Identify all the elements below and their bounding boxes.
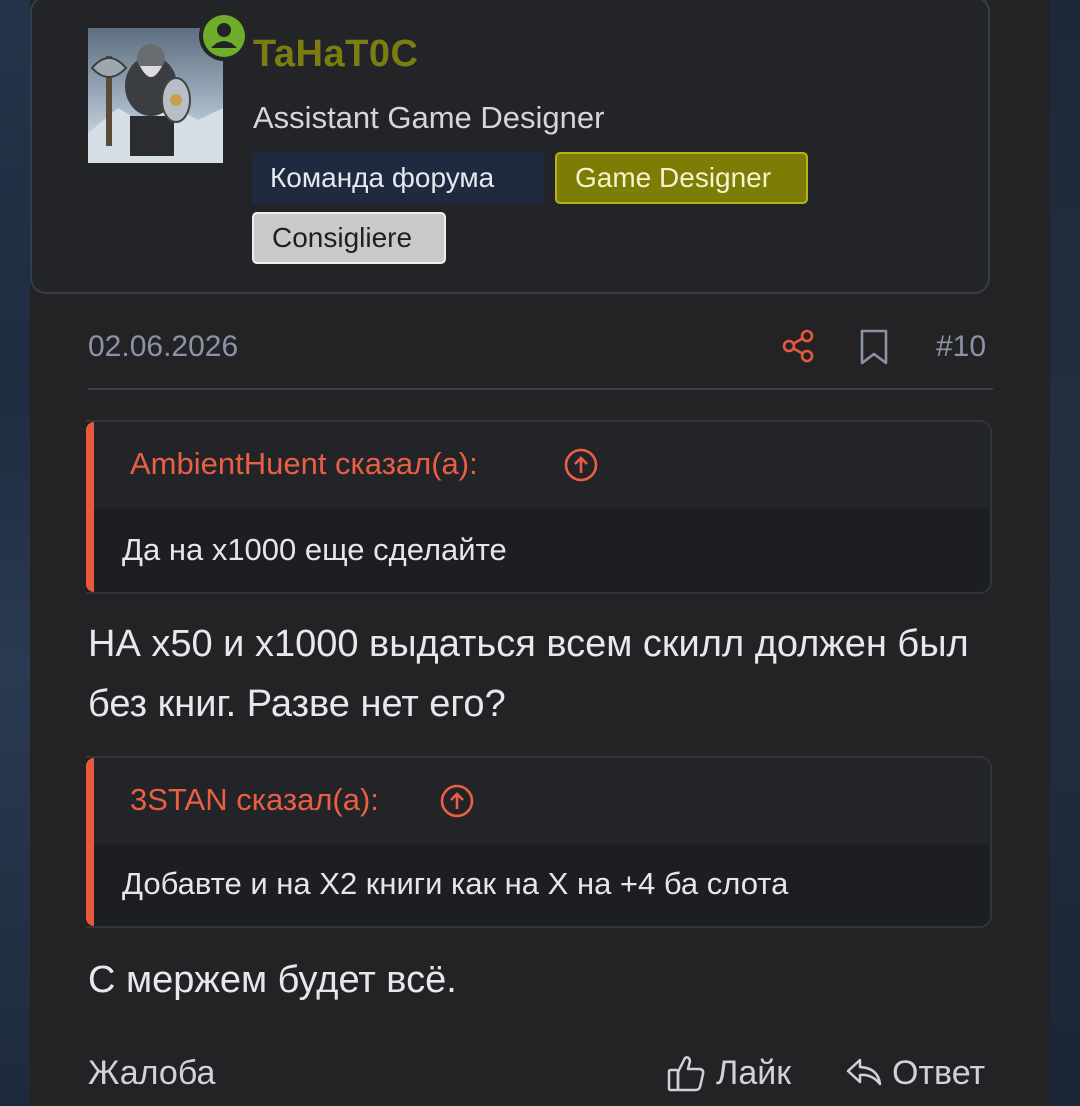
arrow-up-circle-icon[interactable] [564, 448, 598, 482]
post-number-link[interactable]: #10 [936, 330, 986, 364]
quote-text: Добавте и на Х2 книги как на Х на +4 ба … [122, 866, 789, 901]
quote-header: 3STAN сказал(а): [94, 758, 990, 844]
reply-label: Ответ [892, 1054, 986, 1092]
reply-arrow-icon [846, 1058, 882, 1086]
post-paragraph: С мержем будет всё. [88, 959, 457, 1001]
like-label: Лайк [716, 1054, 792, 1092]
quote-text: Да на х1000 еще сделайте [122, 532, 507, 567]
quote-header: AmbientHuent сказал(а): [94, 422, 990, 508]
quote-accent-bar [86, 758, 94, 926]
badge-game-designer: Game Designer [555, 152, 808, 204]
online-status [199, 11, 249, 61]
badge-consigliere: Consigliere [252, 212, 446, 264]
report-link[interactable]: Жалоба [88, 1054, 215, 1093]
quote-author-link[interactable]: 3STAN сказал(а): [130, 782, 379, 818]
quote-accent-bar [86, 422, 94, 592]
username[interactable]: TaHaT0C [253, 33, 418, 76]
badge-forum-team: Команда форума [252, 152, 544, 204]
quote-block: 3STAN сказал(а): Добавте и на Х2 книги к… [86, 756, 992, 928]
user-title: Assistant Game Designer [253, 100, 605, 135]
thumbs-up-icon [667, 1056, 705, 1092]
like-button[interactable]: Лайк [666, 1052, 791, 1096]
bookmark-icon[interactable] [858, 328, 890, 366]
reply-button[interactable]: Ответ [844, 1052, 985, 1096]
person-online-icon [203, 15, 245, 57]
arrow-up-circle-icon[interactable] [440, 784, 474, 818]
post-date[interactable]: 02.06.2026 [88, 330, 238, 364]
background-left-panel [0, 0, 30, 1106]
quote-block: AmbientHuent сказал(а): Да на х1000 еще … [86, 420, 992, 594]
quote-author-link[interactable]: AmbientHuent сказал(а): [130, 446, 478, 482]
background-right-panel [1050, 0, 1080, 1106]
header-divider [88, 388, 993, 390]
post-paragraph: НА х50 и х1000 выдаться всем скилл долже… [88, 623, 969, 725]
share-icon[interactable] [780, 328, 816, 364]
